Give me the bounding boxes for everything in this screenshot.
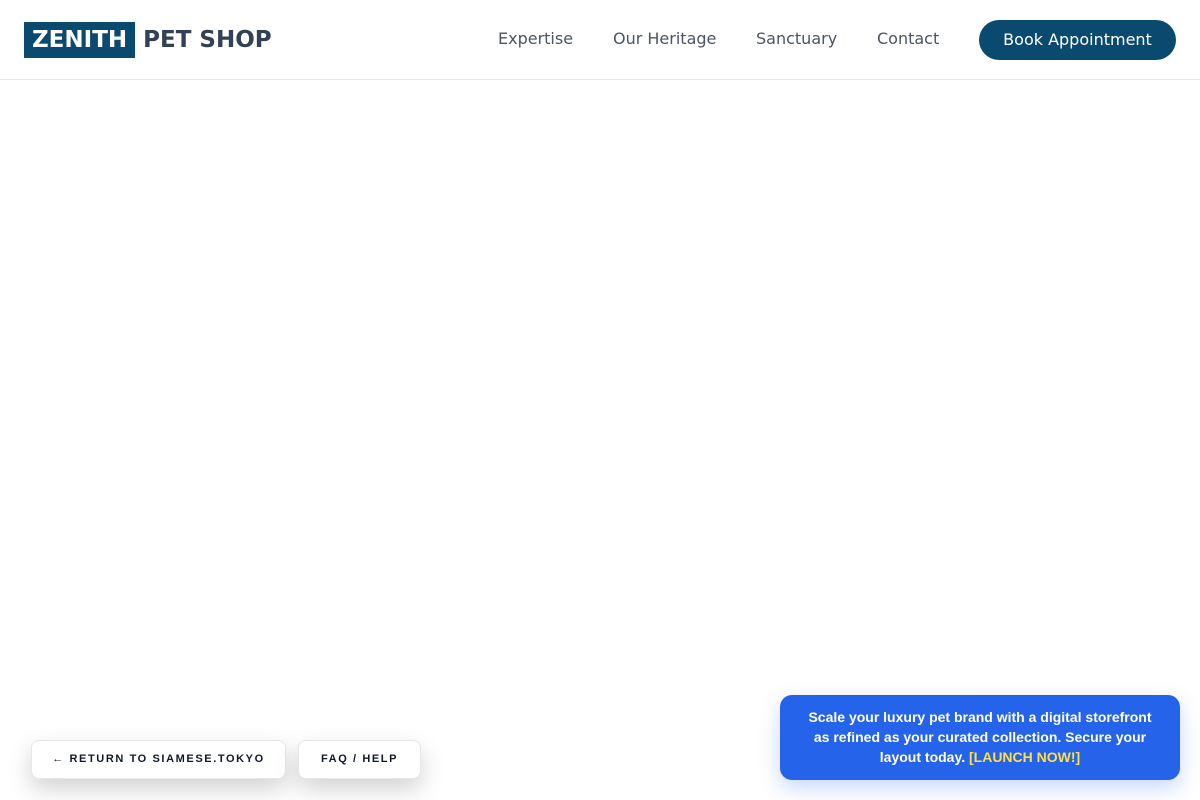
logo-text: PET SHOP bbox=[143, 27, 272, 53]
nav-link-expertise[interactable]: Expertise bbox=[498, 28, 573, 50]
nav-link-sanctuary[interactable]: Sanctuary bbox=[756, 28, 837, 50]
logo[interactable]: ZENITH PET SHOP bbox=[24, 22, 272, 58]
nav-link-our-heritage[interactable]: Our Heritage bbox=[613, 28, 716, 50]
promo-banner: Scale your luxury pet brand with a digit… bbox=[780, 695, 1180, 780]
site-header: ZENITH PET SHOP Expertise Our Heritage S… bbox=[0, 0, 1200, 80]
book-appointment-button[interactable]: Book Appointment bbox=[979, 20, 1176, 60]
faq-help-button[interactable]: FAQ / HELP bbox=[298, 740, 421, 779]
launch-now-link[interactable]: [LAUNCH NOW!] bbox=[969, 749, 1080, 765]
return-to-siamese-button[interactable]: ← RETURN TO SIAMESE.TOKYO bbox=[31, 740, 286, 779]
nav-link-contact[interactable]: Contact bbox=[877, 28, 939, 50]
logo-mark: ZENITH bbox=[24, 22, 136, 58]
page: ZENITH PET SHOP Expertise Our Heritage S… bbox=[0, 0, 1200, 800]
